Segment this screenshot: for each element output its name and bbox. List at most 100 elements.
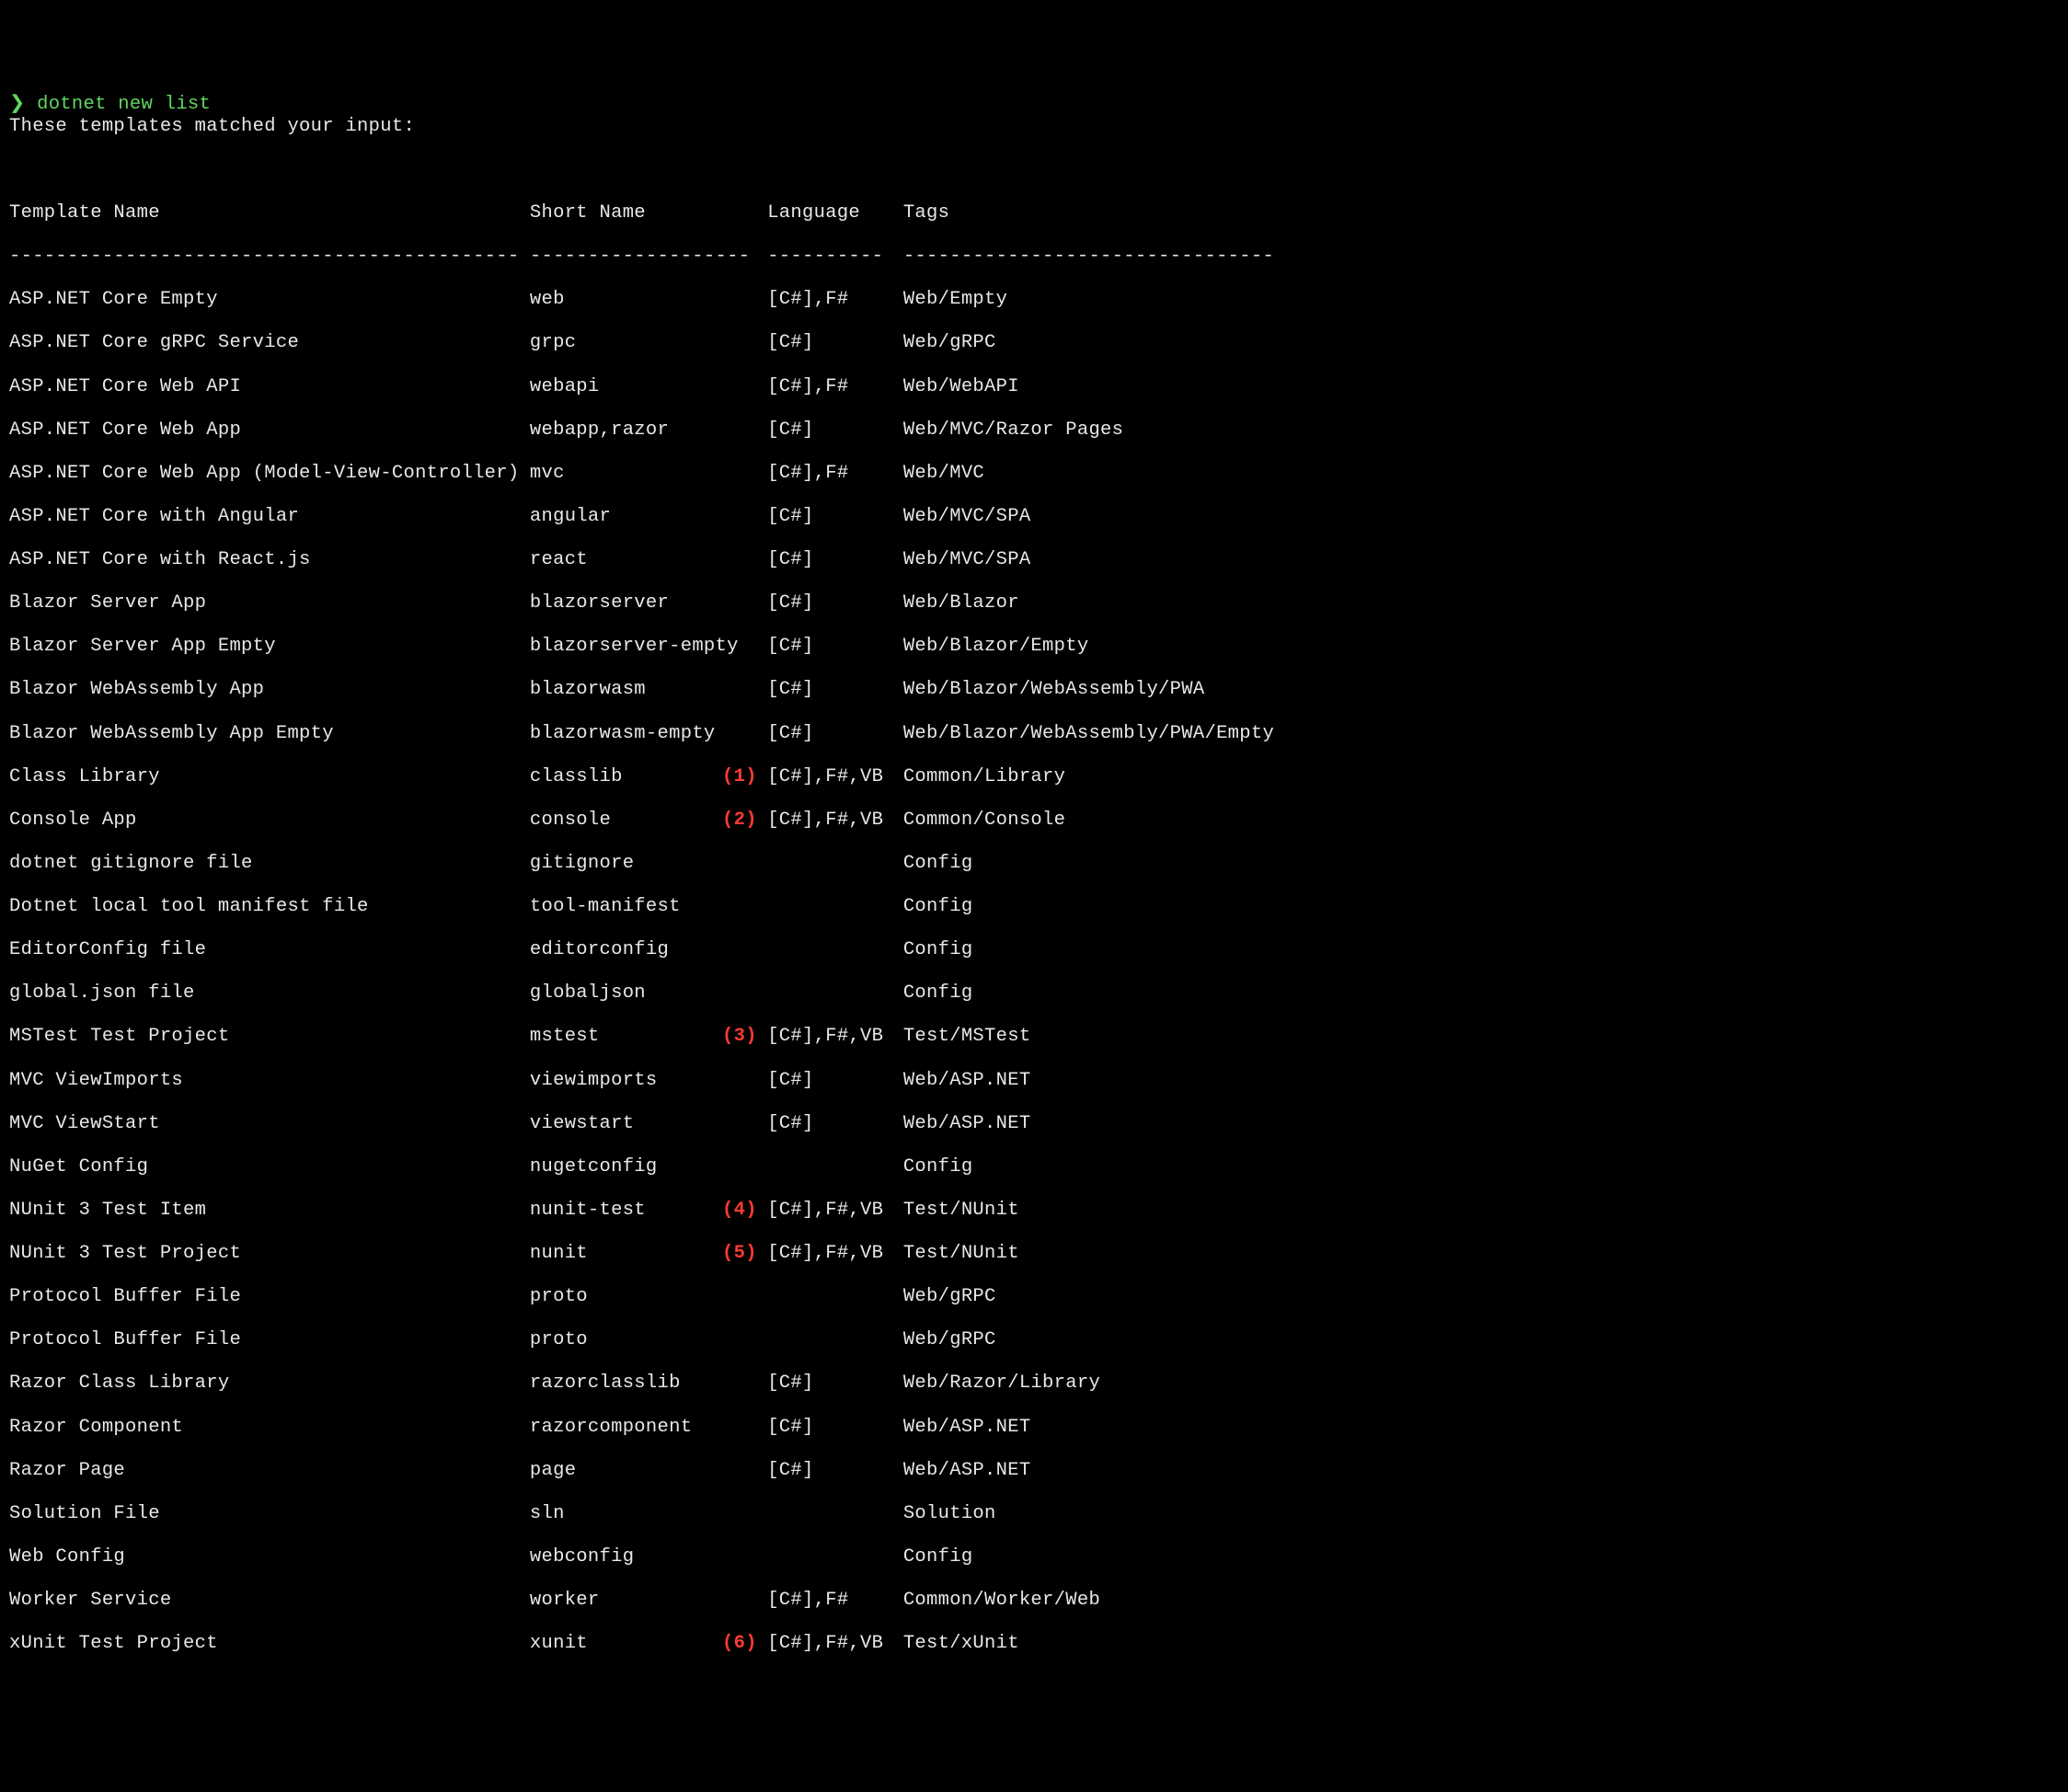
cell-short-name: gitignore: [530, 853, 722, 875]
cell-template-name: Razor Class Library: [9, 1373, 530, 1395]
cell-template-name: ASP.NET Core gRPC Service: [9, 332, 530, 354]
cell-tags: Web/Blazor/WebAssembly/PWA/Empty: [903, 723, 1274, 745]
table-row: ASP.NET Core Web APIwebapi [C#],F#Web/We…: [9, 376, 2059, 398]
divider-tags: --------------------------------: [903, 246, 1274, 268]
cell-tags: Web/ASP.NET: [903, 1070, 1031, 1092]
table-row: Dotnet local tool manifest filetool-mani…: [9, 896, 2059, 918]
cell-tags: Web/MVC: [903, 463, 984, 485]
table-row: Razor Componentrazorcomponent [C#]Web/AS…: [9, 1417, 2059, 1439]
cell-annotation: [722, 1590, 756, 1612]
cell-annotation: [722, 376, 756, 398]
cell-annotation: [722, 549, 756, 571]
cell-short-name: viewimports: [530, 1070, 722, 1092]
cell-tags: Web/Empty: [903, 289, 1007, 311]
cell-annotation: [722, 1156, 756, 1178]
cell-short-name: xunit: [530, 1633, 722, 1655]
divider-name: ----------------------------------------…: [9, 246, 507, 268]
cell-tags: Test/MSTest: [903, 1026, 1031, 1048]
cell-short-name: razorclasslib: [530, 1373, 722, 1395]
cell-short-name: console: [530, 810, 722, 832]
cell-tags: Web/Blazor: [903, 592, 1019, 615]
cell-template-name: Dotnet local tool manifest file: [9, 896, 530, 918]
cell-tags: Web/Blazor/Empty: [903, 636, 1089, 658]
table-row: Blazor WebAssembly Appblazorwasm [C#]Web…: [9, 679, 2059, 701]
cell-annotation: [722, 1286, 756, 1308]
cell-annotation: [722, 1070, 756, 1092]
cell-annotation: [722, 939, 756, 961]
cell-template-name: Blazor Server App Empty: [9, 636, 530, 658]
cell-annotation: [722, 1113, 756, 1135]
cell-language: [C#],F#: [767, 289, 903, 311]
cell-language: [C#],F#: [767, 463, 903, 485]
cell-template-name: xUnit Test Project: [9, 1633, 530, 1655]
cell-template-name: ASP.NET Core Empty: [9, 289, 530, 311]
table-row: Razor Class Libraryrazorclasslib [C#]Web…: [9, 1373, 2059, 1395]
table-body: ASP.NET Core Emptyweb [C#],F#Web/Empty A…: [9, 289, 2059, 1654]
terminal[interactable]: ❯ dotnet new list These templates matche…: [9, 94, 2059, 1676]
cell-short-name: webapp,razor: [530, 419, 722, 442]
table-row: NUnit 3 Test Itemnunit-test(4) [C#],F#,V…: [9, 1200, 2059, 1222]
cell-annotation: [722, 419, 756, 442]
cell-language: [C#],F#,VB: [767, 810, 903, 832]
cell-short-name: nugetconfig: [530, 1156, 722, 1178]
cell-short-name: sln: [530, 1503, 722, 1525]
cell-annotation: (5): [722, 1243, 756, 1265]
table-row: NUnit 3 Test Projectnunit(5) [C#],F#,VBT…: [9, 1243, 2059, 1265]
table-row: MVC ViewImportsviewimports [C#]Web/ASP.N…: [9, 1070, 2059, 1092]
cell-short-name: razorcomponent: [530, 1417, 722, 1439]
cell-short-name: worker: [530, 1590, 722, 1612]
cell-language: [C#]: [767, 1417, 903, 1439]
cell-annotation: [722, 636, 756, 658]
cell-tags: Config: [903, 982, 973, 1005]
table-row: Razor Pagepage [C#]Web/ASP.NET: [9, 1460, 2059, 1482]
cell-tags: Web/gRPC: [903, 332, 996, 354]
table-row: ASP.NET Core Web Appwebapp,razor [C#]Web…: [9, 419, 2059, 442]
table-row: ASP.NET Core with React.jsreact [C#]Web/…: [9, 549, 2059, 571]
cell-language: [C#]: [767, 549, 903, 571]
cell-template-name: Protocol Buffer File: [9, 1286, 530, 1308]
cell-language: [C#]: [767, 679, 903, 701]
cell-tags: Web/gRPC: [903, 1329, 996, 1351]
cell-template-name: Solution File: [9, 1503, 530, 1525]
header-language: Language: [767, 202, 903, 224]
table-row: Blazor Server Appblazorserver [C#]Web/Bl…: [9, 592, 2059, 615]
cell-template-name: Class Library: [9, 766, 530, 788]
cell-language: [C#],F#,VB: [767, 766, 903, 788]
cell-tags: Web/gRPC: [903, 1286, 996, 1308]
cell-short-name: blazorserver-empty: [530, 636, 722, 658]
table-row: MVC ViewStartviewstart [C#]Web/ASP.NET: [9, 1113, 2059, 1135]
cell-language: [C#],F#: [767, 376, 903, 398]
table-divider: ----------------------------------------…: [9, 246, 2059, 268]
cell-template-name: Protocol Buffer File: [9, 1329, 530, 1351]
cell-short-name: react: [530, 549, 722, 571]
table-row: MSTest Test Projectmstest(3) [C#],F#,VBT…: [9, 1026, 2059, 1048]
header-template-name: Template Name: [9, 202, 530, 224]
cell-annotation: [722, 1417, 756, 1439]
cell-short-name: blazorserver: [530, 592, 722, 615]
table-row: ASP.NET Core gRPC Servicegrpc [C#]Web/gR…: [9, 332, 2059, 354]
cell-tags: Config: [903, 853, 973, 875]
cell-tags: Web/Blazor/WebAssembly/PWA: [903, 679, 1205, 701]
table-row: Blazor Server App Emptyblazorserver-empt…: [9, 636, 2059, 658]
cell-tags: Common/Library: [903, 766, 1065, 788]
cell-tags: Web/ASP.NET: [903, 1417, 1031, 1439]
cell-language: [C#]: [767, 419, 903, 442]
table-row: Worker Serviceworker [C#],F#Common/Worke…: [9, 1590, 2059, 1612]
cell-annotation: (3): [722, 1026, 756, 1048]
cell-annotation: [722, 506, 756, 528]
cell-template-name: Blazor Server App: [9, 592, 530, 615]
table-row: EditorConfig fileeditorconfig Config: [9, 939, 2059, 961]
table-row: Blazor WebAssembly App Emptyblazorwasm-e…: [9, 723, 2059, 745]
cell-language: [C#]: [767, 1113, 903, 1135]
cell-short-name: nunit-test: [530, 1200, 722, 1222]
cell-annotation: (4): [722, 1200, 756, 1222]
cell-tags: Test/NUnit: [903, 1200, 1019, 1222]
cell-short-name: web: [530, 289, 722, 311]
cell-tags: Web/MVC/SPA: [903, 506, 1031, 528]
cell-short-name: mvc: [530, 463, 722, 485]
cell-language: [C#]: [767, 636, 903, 658]
cell-tags: Common/Worker/Web: [903, 1590, 1100, 1612]
blank-line: [9, 159, 2059, 181]
command-text: dotnet new list: [37, 94, 211, 115]
cell-short-name: webapi: [530, 376, 722, 398]
